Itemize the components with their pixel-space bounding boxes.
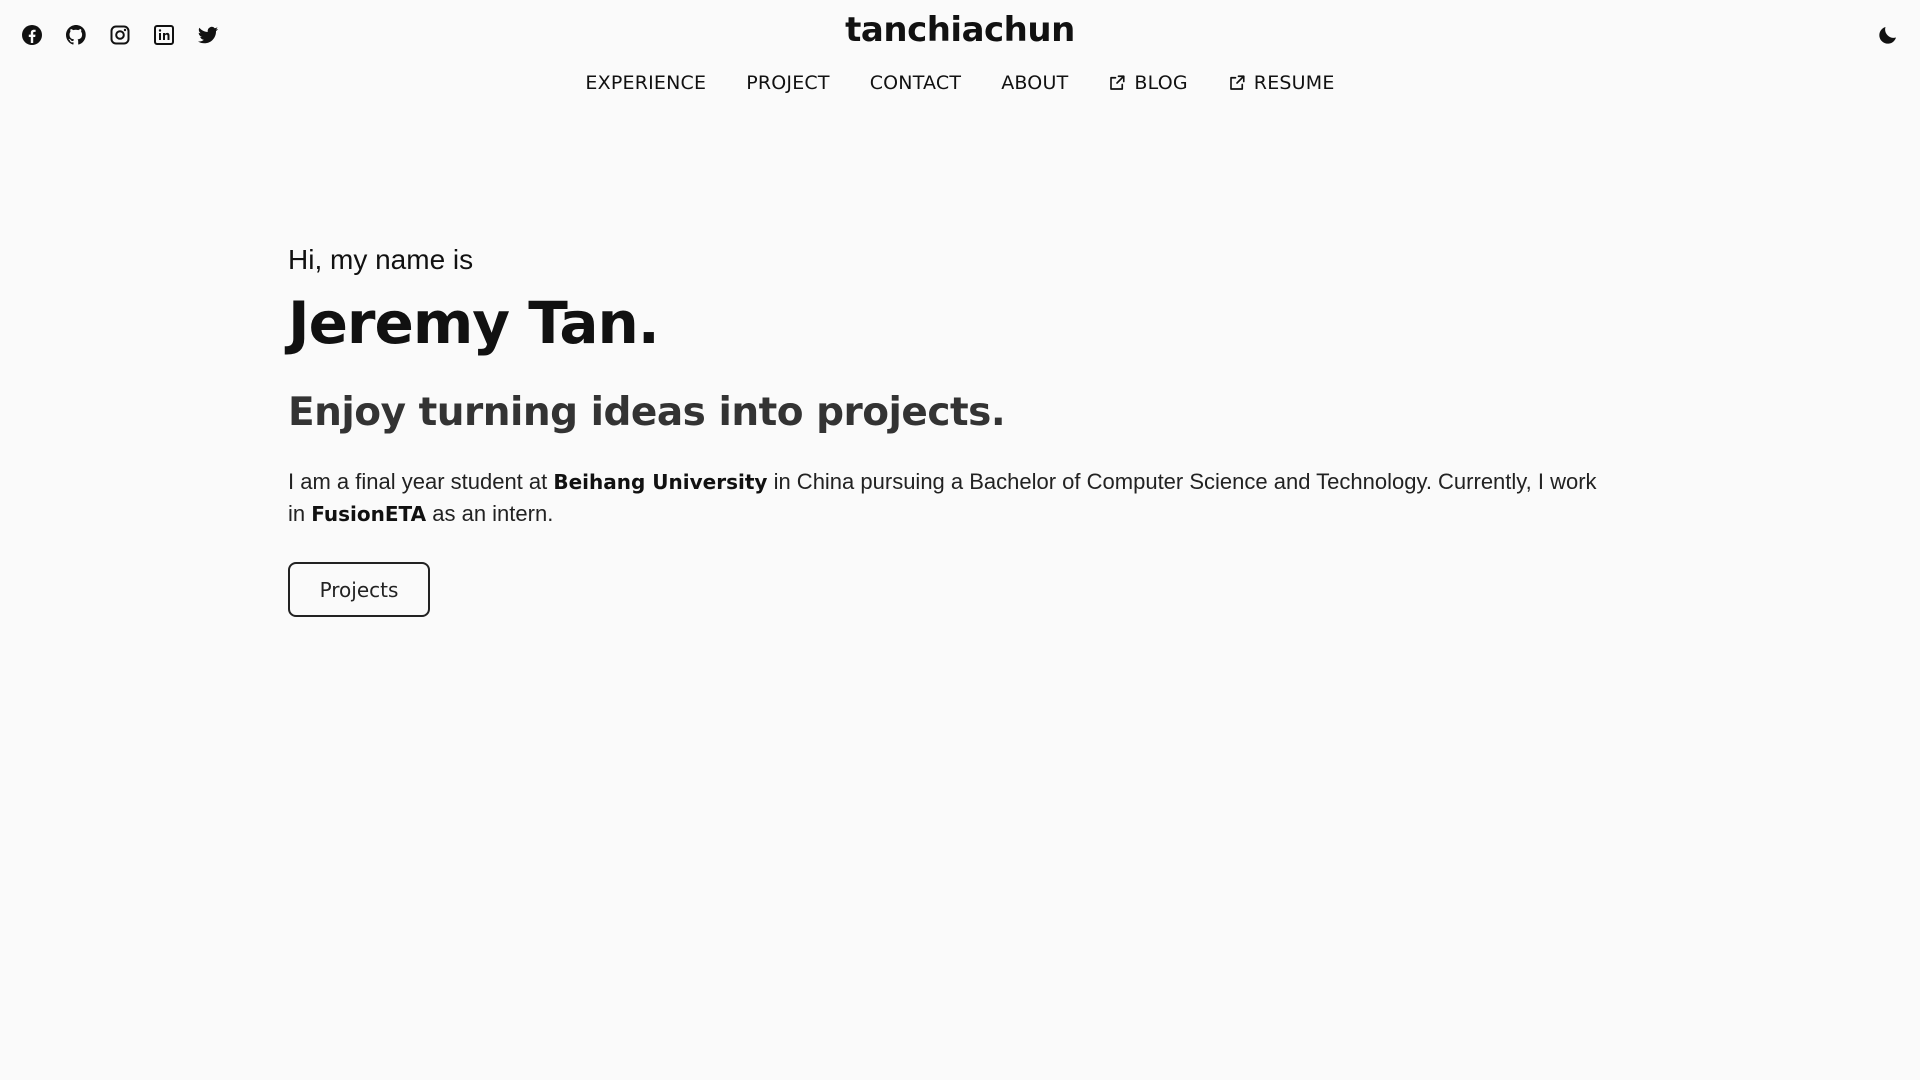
instagram-icon[interactable] <box>108 23 132 47</box>
github-icon[interactable] <box>64 23 88 47</box>
brand-link[interactable]: tanchiachun <box>845 10 1075 50</box>
external-link-icon <box>1229 75 1245 90</box>
twitter-icon[interactable] <box>196 23 220 47</box>
facebook-icon[interactable] <box>20 23 44 47</box>
nav-label: BLOG <box>1134 72 1188 94</box>
nav-experience[interactable]: EXPERIENCE <box>585 72 706 94</box>
nav-label: PROJECT <box>746 72 830 94</box>
nav-label: ABOUT <box>1001 72 1069 94</box>
social-links <box>20 23 220 47</box>
moon-icon[interactable] <box>1876 23 1900 47</box>
hero-name: Jeremy Tan. <box>288 289 660 357</box>
nav-resume[interactable]: RESUME <box>1228 72 1335 94</box>
nav-project[interactable]: PROJECT <box>746 72 830 94</box>
nav-label: CONTACT <box>869 72 962 94</box>
site-brand: tanchiachun <box>0 10 1920 50</box>
site-header: tanchiachun EXPERIENCE PROJECT CONTACT A… <box>0 0 1920 140</box>
external-link-icon <box>1110 75 1125 90</box>
bio-company: FusionETA <box>311 502 427 526</box>
main-nav: EXPERIENCE PROJECT CONTACT ABOUT BLOG RE… <box>0 72 1920 94</box>
nav-blog[interactable]: BLOG <box>1108 72 1188 94</box>
nav-about[interactable]: ABOUT <box>1001 72 1068 94</box>
hero-bio: I am a final year student at Beihang Uni… <box>288 466 1618 530</box>
nav-contact[interactable]: CONTACT <box>870 72 962 94</box>
hero-section: Hi, my name is Jeremy Tan. Enjoy turning… <box>288 240 1638 617</box>
bio-university: Beihang University <box>553 470 768 494</box>
linkedin-icon[interactable] <box>152 23 176 47</box>
nav-label: EXPERIENCE <box>585 72 707 94</box>
nav-label: RESUME <box>1253 72 1335 94</box>
bio-text: I am a final year student at <box>288 469 554 494</box>
bio-text: as an intern. <box>426 501 554 526</box>
hero-greeting: Hi, my name is <box>288 244 474 275</box>
projects-button[interactable]: Projects <box>288 562 430 617</box>
hero-tagline: Enjoy turning ideas into projects. <box>288 390 1006 435</box>
